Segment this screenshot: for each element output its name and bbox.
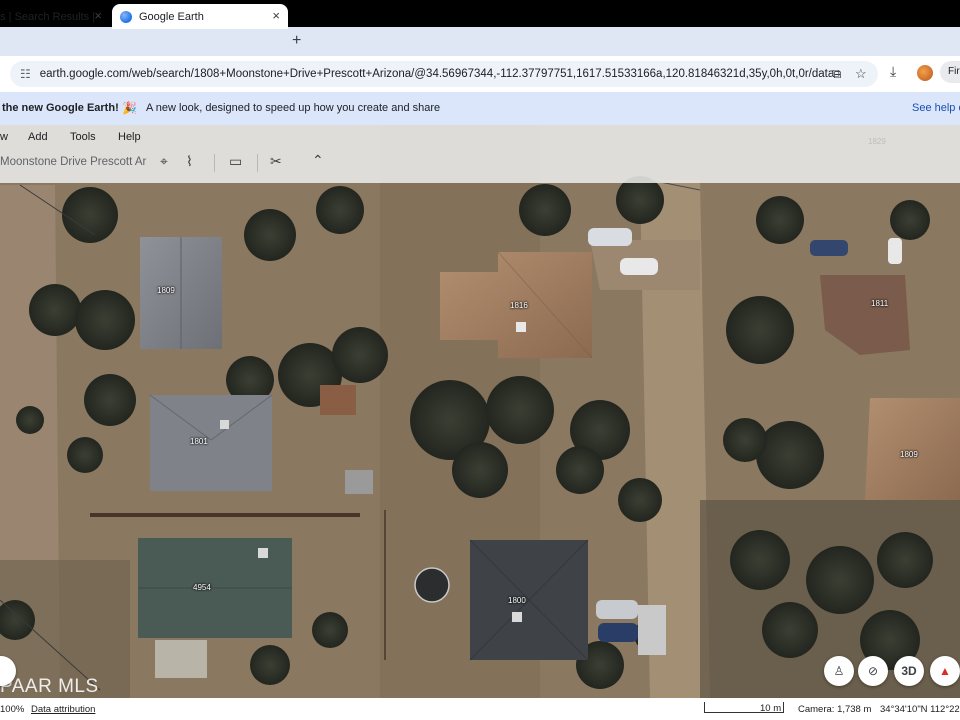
parcel-label: 1801 bbox=[190, 437, 208, 446]
install-app-icon[interactable]: ⧉ bbox=[832, 66, 841, 82]
site-info-icon[interactable]: ☷ bbox=[20, 67, 31, 81]
menu-add[interactable]: Add bbox=[28, 131, 48, 143]
tab-title: Google Earth bbox=[139, 10, 204, 23]
zoom-level: 100% bbox=[0, 704, 25, 715]
camera-altitude: Camera: 1,738 m bbox=[798, 704, 872, 715]
address-bar-row: ☷ earth.google.com/web/search/1808+Moons… bbox=[0, 56, 960, 92]
download-icon[interactable]: ⤓ bbox=[890, 63, 896, 80]
party-popper-icon: 🎉 bbox=[122, 101, 137, 115]
profile-avatar[interactable] bbox=[917, 65, 933, 81]
status-bar: 100% Data attribution 10 m Camera: 1,738… bbox=[0, 698, 960, 720]
banner-message: A new look, designed to speed up how you… bbox=[146, 102, 441, 114]
parcel-label: 1829 bbox=[868, 137, 886, 146]
scale-label: 10 m bbox=[760, 703, 782, 714]
menu-view[interactable]: w bbox=[0, 131, 8, 143]
toolbar-divider bbox=[214, 154, 215, 172]
measure-ruler-icon[interactable]: ▭ bbox=[229, 153, 242, 170]
collapse-chevron-up-icon[interactable]: ⌃ bbox=[312, 152, 324, 169]
compass-icon[interactable]: ▲ bbox=[930, 656, 960, 686]
announcement-banner: the new Google Earth! 🎉 A new look, desi… bbox=[0, 92, 960, 125]
parcel-label: 1809 bbox=[157, 286, 175, 295]
satellite-map-view[interactable] bbox=[0, 125, 960, 698]
url-text[interactable]: earth.google.com/web/search/1808+Moonsto… bbox=[40, 68, 840, 80]
omnibox[interactable]: ☷ earth.google.com/web/search/1808+Moons… bbox=[10, 61, 878, 87]
reset-tilt-icon[interactable]: ⊘ bbox=[858, 656, 888, 686]
satellite-imagery bbox=[0, 125, 960, 698]
coordinates-readout: 34°34'10"N 112°22' bbox=[880, 704, 960, 715]
close-tab-icon[interactable]: × bbox=[94, 8, 102, 23]
google-earth-favicon-icon bbox=[120, 10, 132, 23]
parcel-label: 1800 bbox=[508, 596, 526, 605]
parcel-label: 4954 bbox=[193, 583, 211, 592]
toggle-3d-button[interactable]: 3D bbox=[894, 656, 924, 686]
earth-search-input[interactable]: Moonstone Drive Prescott Ar bbox=[0, 156, 146, 168]
tab-search-results[interactable]: gs | Search Results | × bbox=[0, 4, 106, 29]
parcel-label: 1809 bbox=[900, 450, 918, 459]
tab-google-earth[interactable]: Google Earth × bbox=[112, 4, 288, 29]
path-icon[interactable]: ⌇ bbox=[186, 153, 193, 170]
new-tab-button[interactable]: + bbox=[292, 32, 301, 50]
placemark-icon[interactable]: ⌖ bbox=[160, 153, 168, 170]
see-help-link[interactable]: See help c bbox=[912, 102, 960, 114]
mls-watermark: PAAR MLS bbox=[0, 676, 99, 697]
tools-icon[interactable]: ✂ bbox=[270, 153, 282, 170]
menu-help[interactable]: Help bbox=[118, 131, 141, 143]
pegman-street-view-icon[interactable]: ♙ bbox=[824, 656, 854, 686]
profile-button[interactable]: Fir bbox=[940, 61, 960, 83]
parcel-label: 1816 bbox=[510, 301, 528, 310]
close-tab-icon[interactable]: × bbox=[272, 8, 280, 23]
earth-toolbar: w Add Tools Help Moonstone Drive Prescot… bbox=[0, 125, 960, 183]
parcel-label: 1811 bbox=[871, 299, 889, 308]
toolbar-divider bbox=[257, 154, 258, 172]
browser-tab-strip bbox=[0, 27, 960, 56]
menu-tools[interactable]: Tools bbox=[70, 131, 96, 143]
tab-title: gs | Search Results | bbox=[0, 10, 96, 23]
bookmark-star-icon[interactable]: ☆ bbox=[855, 66, 867, 82]
banner-title: the new Google Earth! bbox=[2, 102, 119, 114]
data-attribution-link[interactable]: Data attribution bbox=[31, 704, 95, 715]
